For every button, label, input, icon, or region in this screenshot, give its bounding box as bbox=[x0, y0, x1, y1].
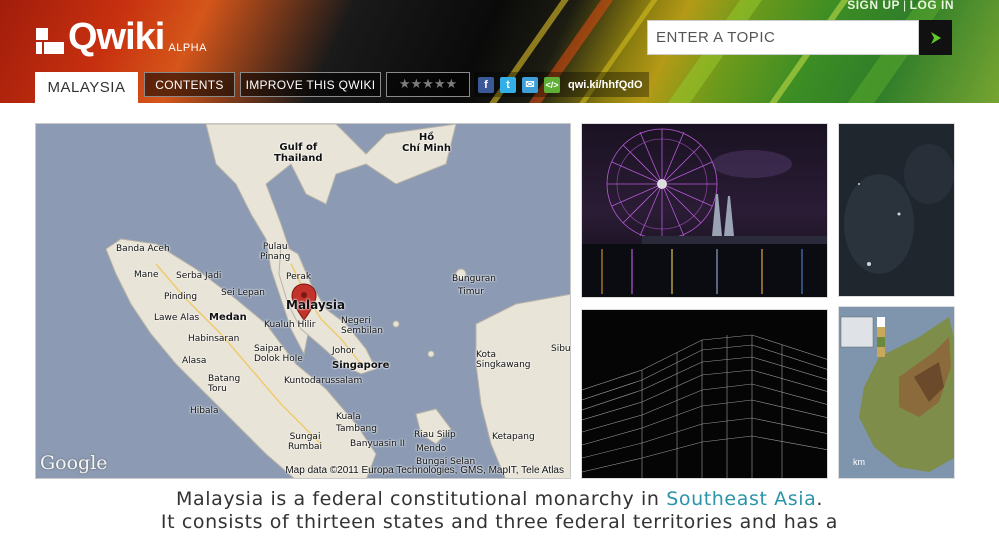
map-label-sungai-rumbai: Sungai Rumbai bbox=[288, 432, 323, 452]
auth-separator: | bbox=[903, 0, 907, 12]
southeast-asia-link[interactable]: Southeast Asia bbox=[666, 488, 816, 510]
thumb-night-skyline[interactable] bbox=[581, 123, 828, 298]
towers-wireframe-photo bbox=[582, 310, 827, 478]
map-label-banda-aceh: Banda Aceh bbox=[116, 244, 170, 254]
email-icon[interactable]: ✉ bbox=[522, 76, 538, 93]
map-label-perak: Perak bbox=[286, 272, 312, 282]
caption-line-1: Malaysia is a federal constitutional mon… bbox=[0, 488, 999, 511]
topic-search bbox=[647, 20, 952, 55]
topic-caption: Malaysia is a federal constitutional mon… bbox=[0, 488, 999, 534]
map-label-medan: Medan bbox=[209, 312, 247, 323]
caption-line-1-end: . bbox=[816, 488, 823, 510]
thumb-satellite-night[interactable] bbox=[838, 123, 955, 297]
topic-map[interactable]: Gulf of Thailand Hồ Chí Minh Banda Aceh … bbox=[35, 123, 571, 479]
auth-links: SIGN UP | LOG IN bbox=[847, 0, 954, 12]
rating-stars[interactable]: ★★★★★ bbox=[386, 72, 470, 97]
caption-line-1-text: Malaysia is a federal constitutional mon… bbox=[175, 488, 667, 510]
map-label-johor: Johor bbox=[332, 346, 356, 356]
facebook-icon[interactable]: f bbox=[478, 76, 494, 93]
map-label-kuala: Kuala bbox=[336, 412, 361, 422]
qwiki-logo[interactable]: Qwiki ALPHA bbox=[36, 16, 207, 56]
map-label-hcmc: Hồ Chí Minh bbox=[402, 132, 451, 154]
contents-button[interactable]: CONTENTS bbox=[144, 72, 235, 97]
topic-tab-row: MALAYSIA CONTENTS IMPROVE THIS QWIKI ★★★… bbox=[0, 71, 999, 103]
map-label-riau-silip: Riau Silip bbox=[414, 430, 456, 440]
map-label-kualuh-hilir: Kualuh Hilir bbox=[264, 320, 316, 330]
caption-line-2: It consists of thirteen states and three… bbox=[160, 511, 839, 533]
map-label-negeri-sembilan: Negeri Sembilan bbox=[341, 316, 383, 336]
log-in-link[interactable]: LOG IN bbox=[910, 0, 954, 12]
map-label-gulf: Gulf of Thailand bbox=[274, 142, 323, 164]
map-attribution: Map data ©2011 Europa Technologies, GMS,… bbox=[285, 465, 564, 476]
map-label-serba-jadi: Serba Jadi bbox=[176, 271, 222, 281]
improve-qwiki-button[interactable]: IMPROVE THIS QWIKI bbox=[240, 72, 381, 97]
map-label-kuntodarussalam: Kuntodarussalam bbox=[284, 376, 363, 386]
map-label-banyuasin: Banyuasin II bbox=[350, 439, 406, 449]
map-label-mendo: Mendo bbox=[416, 444, 447, 454]
map-label-lawe-alas: Lawe Alas bbox=[154, 313, 200, 323]
tab-malaysia[interactable]: MALAYSIA bbox=[35, 72, 138, 103]
map-label-tambang: Tambang bbox=[336, 424, 377, 434]
map-label-kota-singkawang: Kota Singkawang bbox=[476, 350, 531, 370]
logo-text: Qwiki bbox=[68, 16, 165, 58]
logo-mark-icon bbox=[36, 22, 66, 56]
search-submit-button[interactable] bbox=[919, 20, 952, 55]
map-label-mane: Mane bbox=[134, 270, 159, 280]
topic-search-input[interactable] bbox=[647, 20, 919, 55]
map-label-alasa: Alasa bbox=[182, 356, 207, 366]
short-link[interactable]: qwi.ki/hhfQdO bbox=[568, 79, 643, 91]
embed-icon[interactable]: </> bbox=[544, 76, 560, 93]
map-label-bunguran: Bunguran bbox=[452, 274, 496, 284]
share-bar: f t ✉ </> qwi.ki/hhfQdO bbox=[474, 72, 649, 97]
map-label-sibu: Sibu bbox=[551, 344, 571, 354]
map-label-hibala: Hibala bbox=[190, 406, 219, 416]
ferris-wheel-photo bbox=[582, 124, 827, 297]
map-label-habinsaran: Habinsaran bbox=[188, 334, 240, 344]
thumb-borneo-relief-map[interactable]: km bbox=[838, 306, 955, 479]
google-logo[interactable]: Google bbox=[40, 452, 108, 474]
arrow-right-icon bbox=[930, 31, 941, 44]
map-label-sei-lepan: Sei Lepan bbox=[221, 288, 265, 298]
map-label-malaysia: Malaysia bbox=[286, 298, 346, 312]
header-banner: Qwiki ALPHA SIGN UP|LOG IN MALAYSIA CONT… bbox=[0, 0, 999, 103]
sign-up-link[interactable]: SIGN UP bbox=[847, 0, 900, 12]
inset-scale-unit: km bbox=[853, 457, 865, 467]
map-label-singapore: Singapore bbox=[332, 360, 390, 371]
map-label-pinding: Pinding bbox=[164, 292, 198, 302]
thumb-towers-wireframe[interactable] bbox=[581, 309, 828, 479]
satellite-night-photo bbox=[839, 124, 954, 296]
map-label-ketapang: Ketapang bbox=[492, 432, 535, 442]
map-label-pulau-pinang: Pulau Pinang bbox=[260, 242, 291, 262]
map-label-timur: Timur bbox=[458, 287, 484, 297]
map-label-saipar: Saipar Dolok Hole bbox=[254, 344, 303, 364]
twitter-icon[interactable]: t bbox=[500, 76, 516, 93]
alpha-badge: ALPHA bbox=[168, 42, 207, 54]
map-label-batang-toru: Batang Toru bbox=[208, 374, 241, 394]
borneo-relief-map bbox=[839, 307, 954, 478]
